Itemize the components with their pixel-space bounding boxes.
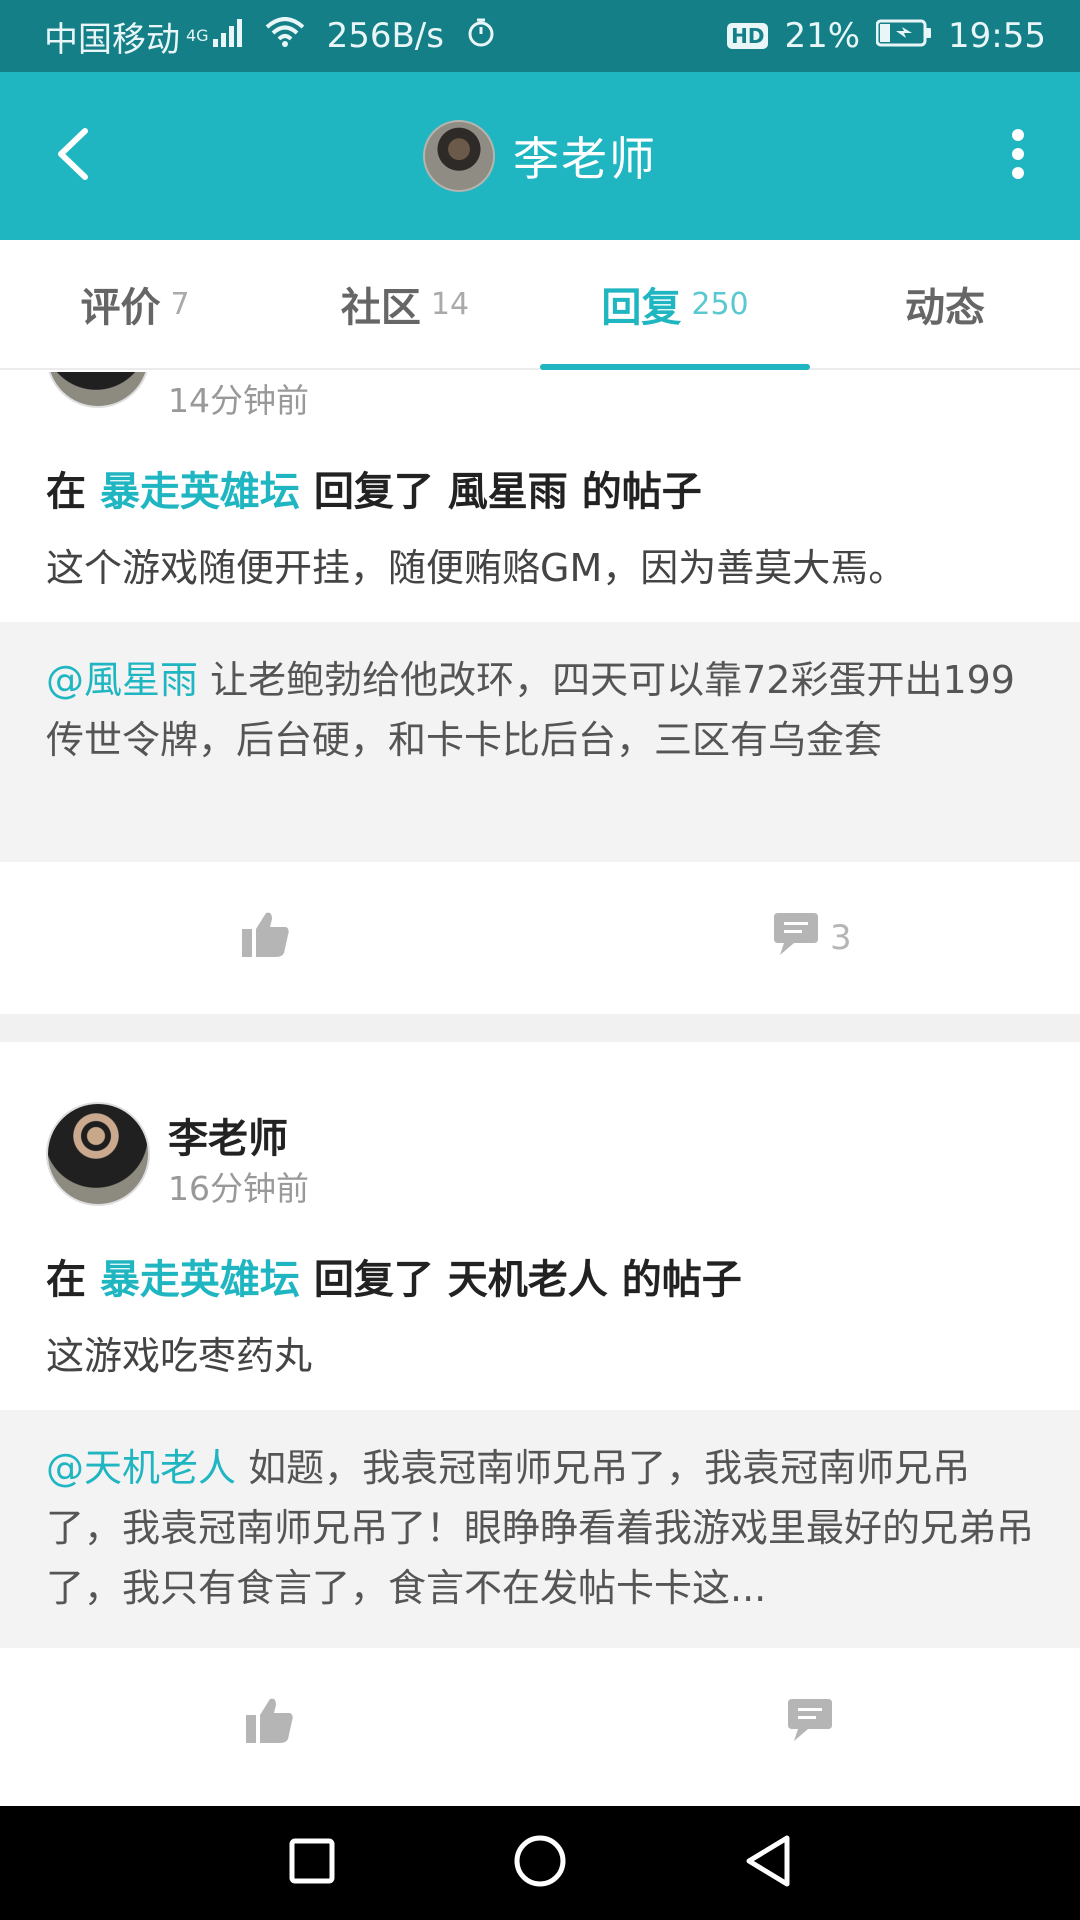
reply-feed[interactable]: 14分钟前 在 暴走英雄坛 回复了 風星雨 的帖子 这个游戏随便开挂，随便贿赂G… [0,372,1080,1806]
back-button[interactable] [42,116,102,196]
post-title: 在 暴走英雄坛 回复了 風星雨 的帖子 [0,462,1080,522]
comment-bubble-icon [786,1697,834,1752]
post-actions [0,1648,1080,1800]
reply-card[interactable]: 14分钟前 在 暴走英雄坛 回复了 風星雨 的帖子 这个游戏随便开挂，随便贿赂G… [0,372,1080,1014]
title-suffix: 回复了 天机老人 的帖子 [313,1257,742,1303]
battery-percent: 21% [784,16,861,56]
tab-label: 社区 [340,285,421,331]
status-left: 中国移动 4G 256B/s [44,12,727,61]
more-vertical-icon [1010,128,1026,184]
carrier-label: 中国移动 [44,19,180,60]
home-button[interactable] [510,1833,570,1893]
signal-icon [212,16,243,56]
circle-icon [513,1834,567,1892]
avatar[interactable] [46,372,150,408]
title-suffix: 回复了 風星雨 的帖子 [313,469,702,515]
tab-label: 评价 [80,285,161,331]
author-name[interactable]: 李老师 [168,1106,288,1164]
comment-button[interactable] [786,1697,844,1752]
status-bar: 中国移动 4G 256B/s HD 21% 19:55 [0,0,1080,72]
tab-label: 动态 [905,285,985,331]
tab-count: 7 [170,286,190,322]
back-nav-button[interactable] [738,1833,798,1893]
mention-link[interactable]: @天机老人 [46,1446,236,1490]
clock: 19:55 [948,16,1046,56]
comment-button[interactable]: 3 [772,911,852,966]
quoted-post[interactable]: @風星雨 让老鲍勃给他改环，四天可以靠72彩蛋开出199传世令牌，后台硬，和卡卡… [0,622,1080,862]
post-time: 14分钟前 [168,381,309,420]
avatar [423,120,495,192]
post-actions: 3 [0,862,1080,1014]
tab-label: 回复 [601,285,682,331]
post-header: 李老师 16分钟前 [0,1042,1080,1232]
post-body: 这游戏吃枣药丸 [46,1334,313,1378]
triangle-back-icon [743,1834,793,1892]
comment-count: 3 [830,918,852,958]
quoted-post[interactable]: @天机老人 如题，我袁冠南师兄吊了，我袁冠南师兄吊了，我袁冠南师兄吊了！眼睁睁看… [0,1410,1080,1648]
timer-icon [466,16,496,56]
network-speed: 256B/s [326,16,444,56]
title-bar: 李老师 [0,72,1080,240]
forum-link[interactable]: 暴走英雄坛 [100,1257,300,1303]
title-prefix: 在 [46,469,86,515]
square-icon [288,1837,336,1889]
post-time: 16分钟前 [168,1169,309,1208]
status-right: HD 21% 19:55 [727,16,1046,56]
page-title: 李老师 [513,132,657,186]
title-profile[interactable]: 李老师 [423,120,657,192]
network-type-label: 4G [186,25,209,45]
hd-badge: HD [727,23,769,49]
tab-bar: 评价 7 社区 14 回复 250 动态 [0,240,1080,370]
tab-activity[interactable]: 动态 [810,240,1080,368]
tab-replies[interactable]: 回复 250 [540,240,810,370]
divider [0,1014,1080,1042]
forum-link[interactable]: 暴走英雄坛 [100,469,300,515]
more-button[interactable] [998,116,1038,196]
tab-community[interactable]: 社区 14 [270,240,540,368]
thumbs-up-icon [242,911,290,966]
thumbs-up-icon [246,1697,294,1752]
post-title: 在 暴走英雄坛 回复了 天机老人 的帖子 [0,1232,1080,1310]
title-prefix: 在 [46,1257,86,1303]
post-body: 这个游戏随便开挂，随便贿赂GM，因为善莫大焉。 [46,546,907,590]
avatar[interactable] [46,1102,150,1206]
system-nav-bar [0,1806,1080,1920]
like-button[interactable] [246,1697,294,1752]
recents-button[interactable] [282,1833,342,1893]
like-button[interactable] [242,911,290,966]
tab-count: 250 [691,286,749,322]
back-arrow-icon [55,127,89,185]
quote-content: @天机老人 如题，我袁冠南师兄吊了，我袁冠南师兄吊了，我袁冠南师兄吊了！眼睁睁看… [46,1438,1034,1618]
tab-count: 14 [430,286,470,322]
post-header: 14分钟前 [0,372,1080,462]
tab-reviews[interactable]: 评价 7 [0,240,270,368]
mention-link[interactable]: @風星雨 [46,658,198,702]
battery-icon [875,16,932,56]
wifi-icon [265,16,305,56]
reply-card[interactable]: 李老师 16分钟前 在 暴走英雄坛 回复了 天机老人 的帖子 这游戏吃枣药丸 @… [0,1042,1080,1800]
comment-bubble-icon [772,911,820,966]
